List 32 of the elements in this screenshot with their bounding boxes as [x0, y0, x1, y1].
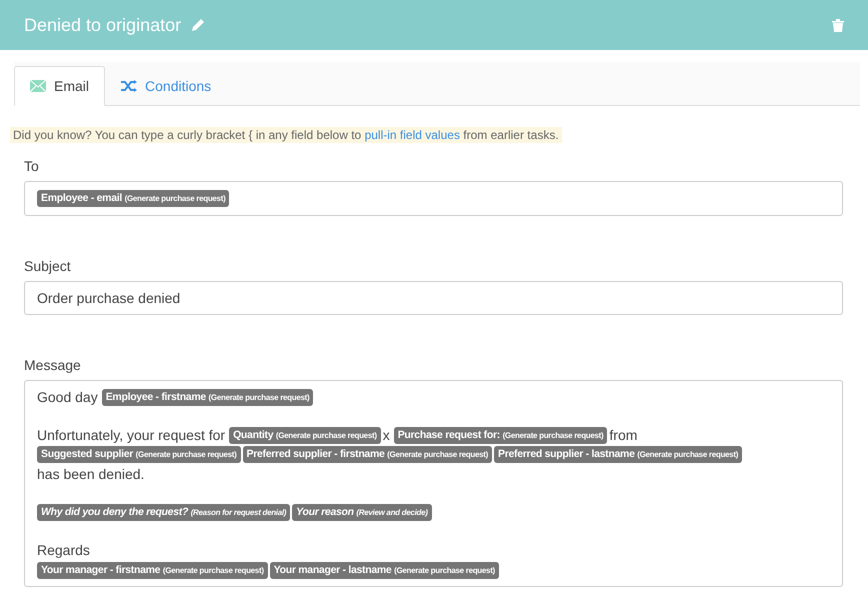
message-text: x: [382, 426, 390, 443]
message-text: Regards: [37, 542, 90, 558]
message-text: has been denied.: [37, 466, 144, 482]
message-field[interactable]: [24, 380, 843, 587]
message-text: Unfortunately, your request for: [37, 426, 226, 443]
field-token[interactable]: Preferred supplier - firstname (Generate purchase request): [242, 446, 492, 464]
field-token[interactable]: Quantity (Generate purchase request): [229, 426, 381, 444]
field-token[interactable]: Employee - firstname (Generate purchase request): [102, 388, 314, 406]
to-field[interactable]: Employee - email (Generate purchase request): [24, 181, 843, 216]
field-token[interactable]: Purchase request for: (Generate purchase request): [394, 426, 608, 444]
field-label: Subject: [24, 258, 72, 274]
field-label: Message: [24, 357, 82, 373]
tab[interactable]: Conditions: [105, 66, 228, 106]
tab[interactable]: Email: [14, 66, 106, 106]
trash-icon[interactable]: [832, 18, 844, 32]
hint-text: Did you know? You can type a curly bracket { in any field below to pull-in field values from earlier tasks.: [10, 127, 562, 143]
pencil-icon[interactable]: [191, 18, 206, 32]
field-token[interactable]: Suggested supplier (Generate purchase request): [37, 446, 240, 464]
field-token[interactable]: Your manager - lastname (Generate purchase request): [270, 562, 499, 579]
field-token[interactable]: Employee - email (Generate purchase request): [37, 190, 230, 207]
field-token[interactable]: Your manager - firstname (Generate purchase request): [37, 562, 268, 579]
envelope-icon: [30, 80, 46, 92]
message-text: from: [609, 426, 638, 443]
field-values-link[interactable]: pull-in field values: [364, 128, 460, 142]
field-label: To: [24, 158, 40, 174]
field-token[interactable]: Why did you deny the request? (Reason for request denial): [37, 504, 290, 521]
page-title: Denied to originator: [24, 14, 182, 36]
field-token[interactable]: Preferred supplier - lastname (Generate purchase request): [494, 446, 742, 464]
message-text: Good day: [37, 388, 98, 405]
subject-field[interactable]: Order purchase denied: [24, 281, 843, 315]
field-token[interactable]: Your reason (Review and decide): [292, 504, 432, 521]
shuffle-icon: [121, 80, 138, 92]
